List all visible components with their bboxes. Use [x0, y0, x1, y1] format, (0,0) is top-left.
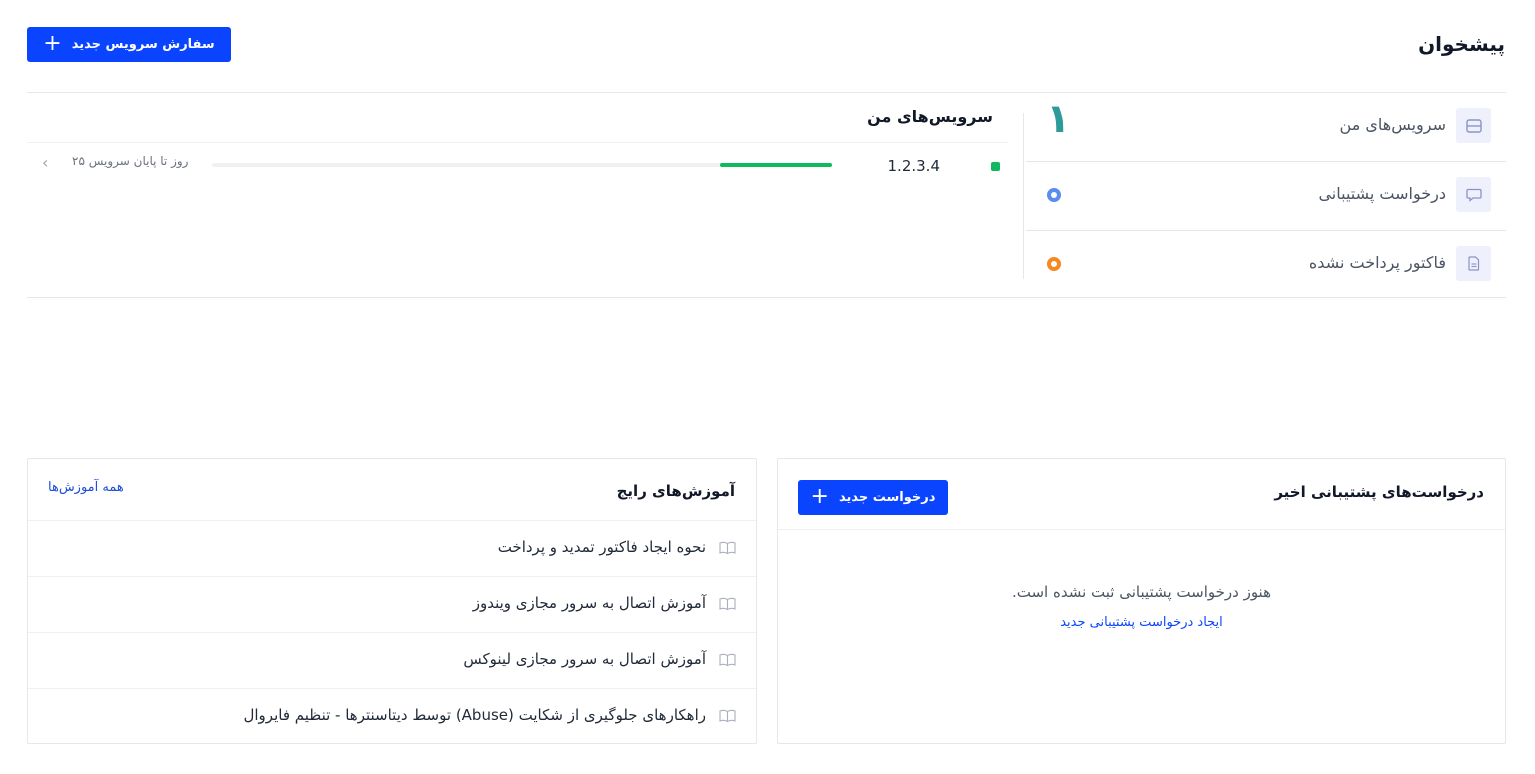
plus-icon: + — [43, 30, 62, 56]
service-progress-bar — [212, 163, 832, 167]
all-tutorials-link[interactable]: همه آموزش‌ها — [48, 480, 124, 495]
tutorial-label: نحوه ایجاد فاکتور تمدید و پرداخت — [497, 538, 706, 556]
divider — [27, 142, 1008, 143]
service-progress-fill — [720, 163, 832, 167]
order-new-service-button[interactable]: + سفارش سرویس جدید — [27, 27, 231, 62]
dashboard-overview-card: سرویس‌های من ۱ درخواست پشتیبانی فاکتور پ… — [27, 92, 1506, 298]
page-title: پیشخوان — [1418, 32, 1505, 56]
tutorial-item[interactable]: آموزش اتصال به سرور مجازی لینوکس — [28, 632, 756, 688]
stat-unpaid-invoices[interactable]: فاکتور پرداخت نشده — [1026, 231, 1506, 300]
support-card-title: درخواست‌های پشتیبانی اخیر — [1274, 483, 1484, 501]
book-icon — [719, 541, 736, 555]
order-button-label: سفارش سرویس جدید — [71, 37, 215, 52]
stat-my-services[interactable]: سرویس‌های من ۱ — [1026, 93, 1506, 162]
stat-support-requests[interactable]: درخواست پشتیبانی — [1026, 162, 1506, 231]
service-status-indicator — [991, 162, 1000, 171]
divider — [778, 529, 1505, 530]
book-icon — [719, 709, 736, 723]
stat-label: درخواست پشتیبانی — [1318, 184, 1446, 203]
tutorial-label: آموزش اتصال به سرور مجازی ویندوز — [472, 594, 706, 612]
tutorial-label: راهکارهای جلوگیری از شکایت (Abuse) توسط … — [243, 706, 706, 724]
server-icon — [1456, 108, 1491, 143]
invoice-icon — [1456, 246, 1491, 281]
plus-icon: + — [810, 483, 829, 509]
invoice-status-indicator — [1047, 257, 1061, 271]
service-ip: 1.2.3.4 — [887, 157, 940, 175]
tutorial-list: نحوه ایجاد فاکتور تمدید و پرداخت آموزش ا… — [28, 520, 756, 744]
tutorials-card-title: آموزش‌های رایج — [616, 482, 735, 500]
new-request-label: درخواست جدید — [838, 490, 936, 505]
chevron-left-icon[interactable]: ‹ — [42, 153, 48, 172]
stat-label: سرویس‌های من — [1339, 115, 1446, 134]
new-request-button[interactable]: + درخواست جدید — [798, 480, 948, 515]
tutorial-item[interactable]: آموزش اتصال به سرور مجازی ویندوز — [28, 576, 756, 632]
service-days-left: ۲۵ روز تا پایان سرویس — [72, 154, 189, 168]
chat-icon — [1456, 177, 1491, 212]
support-status-indicator — [1047, 188, 1061, 202]
recent-support-requests-card: درخواست‌های پشتیبانی اخیر + درخواست جدید… — [777, 458, 1506, 744]
stat-label: فاکتور پرداخت نشده — [1308, 253, 1446, 272]
book-icon — [719, 597, 736, 611]
my-services-title: سرویس‌های من — [867, 107, 993, 126]
divider — [1023, 113, 1024, 279]
empty-state-text: هنوز درخواست پشتیبانی ثبت نشده است. — [1011, 583, 1271, 601]
stats-panel: سرویس‌های من ۱ درخواست پشتیبانی فاکتور پ… — [1026, 93, 1506, 297]
book-icon — [719, 653, 736, 667]
tutorial-item[interactable]: نحوه ایجاد فاکتور تمدید و پرداخت — [28, 520, 756, 576]
services-count: ۱ — [1046, 96, 1071, 142]
create-support-request-link[interactable]: ایجاد درخواست پشتیبانی جدید — [778, 615, 1505, 630]
tutorial-item[interactable]: راهکارهای جلوگیری از شکایت (Abuse) توسط … — [28, 688, 756, 744]
tutorial-label: آموزش اتصال به سرور مجازی لینوکس — [463, 650, 706, 668]
popular-tutorials-card: آموزش‌های رایج همه آموزش‌ها نحوه ایجاد ف… — [27, 458, 757, 744]
service-row[interactable]: 1.2.3.4 ۲۵ روز تا پایان سرویس ‹ — [27, 148, 1012, 188]
